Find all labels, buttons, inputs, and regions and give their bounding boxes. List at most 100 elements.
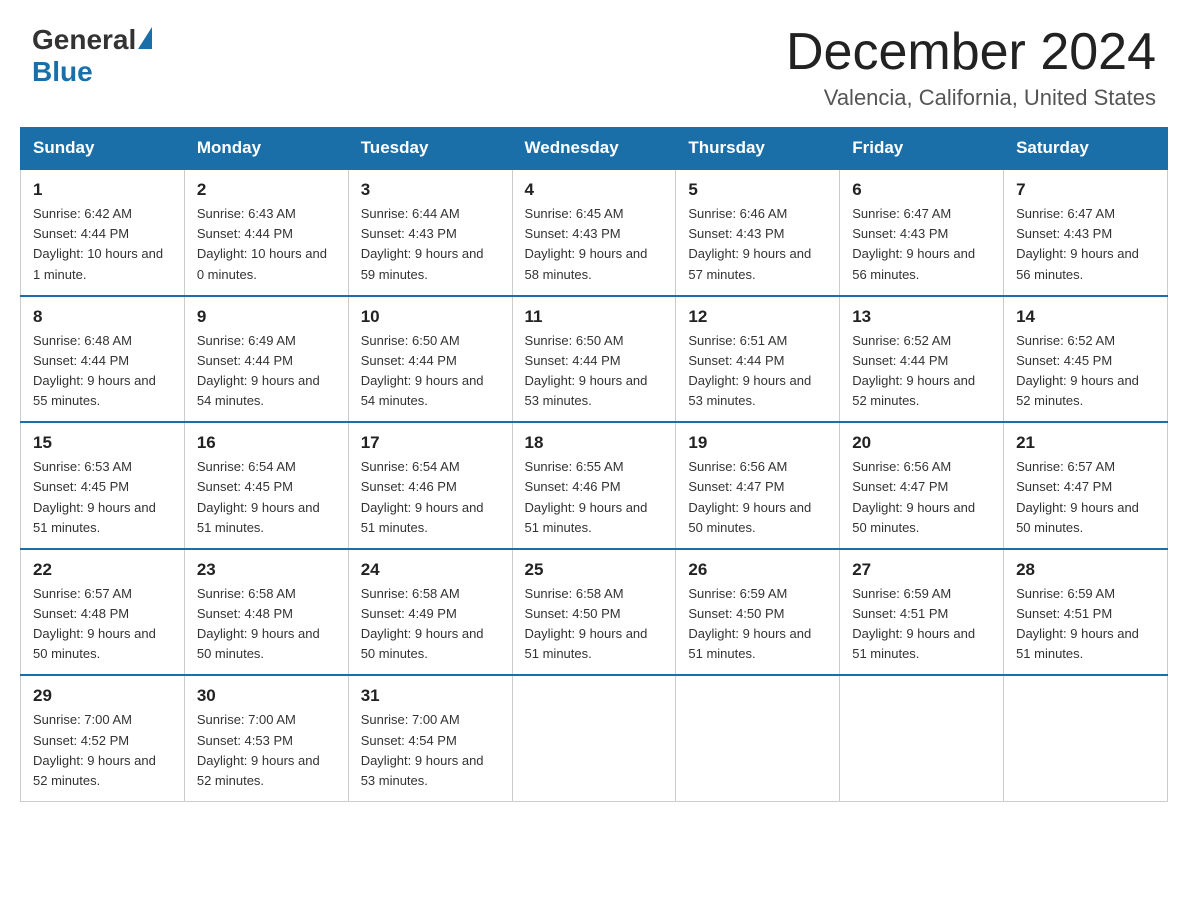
calendar-header-tuesday: Tuesday	[348, 128, 512, 170]
calendar-cell: 13 Sunrise: 6:52 AMSunset: 4:44 PMDayligh…	[840, 296, 1004, 423]
calendar-cell: 1 Sunrise: 6:42 AMSunset: 4:44 PMDaylight…	[21, 169, 185, 296]
calendar-cell: 10 Sunrise: 6:50 AMSunset: 4:44 PMDayligh…	[348, 296, 512, 423]
day-number: 16	[197, 433, 336, 453]
day-number: 28	[1016, 560, 1155, 580]
calendar-cell: 2Sunrise: 6:43 AMSunset: 4:44 PMDaylight…	[184, 169, 348, 296]
logo: General Blue	[32, 24, 152, 88]
day-info: Sunrise: 6:48 AMSunset: 4:44 PMDaylight:…	[33, 331, 172, 412]
day-info: Sunrise: 6:54 AMSunset: 4:46 PMDaylight:…	[361, 457, 500, 538]
calendar-cell: 16 Sunrise: 6:54 AMSunset: 4:45 PMDayligh…	[184, 422, 348, 549]
day-info: Sunrise: 6:52 AMSunset: 4:44 PMDaylight:…	[852, 331, 991, 412]
day-number: 26	[688, 560, 827, 580]
day-info: Sunrise: 7:00 AMSunset: 4:53 PMDaylight:…	[197, 710, 336, 791]
day-number: 27	[852, 560, 991, 580]
day-number: 30	[197, 686, 336, 706]
day-info: Sunrise: 6:58 AMSunset: 4:48 PMDaylight:…	[197, 584, 336, 665]
calendar-week-row: 15Sunrise: 6:53 AMSunset: 4:45 PMDayligh…	[21, 422, 1168, 549]
day-number: 13	[852, 307, 991, 327]
day-number: 5	[688, 180, 827, 200]
day-info: Sunrise: 6:51 AMSunset: 4:44 PMDaylight:…	[688, 331, 827, 412]
calendar-cell: 12 Sunrise: 6:51 AMSunset: 4:44 PMDayligh…	[676, 296, 840, 423]
day-info: Sunrise: 6:57 AMSunset: 4:47 PMDaylight:…	[1016, 457, 1155, 538]
day-info: Sunrise: 7:00 AMSunset: 4:52 PMDaylight:…	[33, 710, 172, 791]
calendar-cell: 28 Sunrise: 6:59 AMSunset: 4:51 PMDayligh…	[1004, 549, 1168, 676]
day-info: Sunrise: 6:56 AMSunset: 4:47 PMDaylight:…	[852, 457, 991, 538]
calendar-cell: 19 Sunrise: 6:56 AMSunset: 4:47 PMDayligh…	[676, 422, 840, 549]
calendar-cell	[840, 675, 1004, 801]
calendar-header-wednesday: Wednesday	[512, 128, 676, 170]
day-info: Sunrise: 6:47 AMSunset: 4:43 PMDaylight:…	[1016, 204, 1155, 285]
day-info: Sunrise: 6:57 AMSunset: 4:48 PMDaylight:…	[33, 584, 172, 665]
calendar-header-sunday: Sunday	[21, 128, 185, 170]
calendar-week-row: 29 Sunrise: 7:00 AMSunset: 4:52 PMDayligh…	[21, 675, 1168, 801]
calendar-week-row: 22 Sunrise: 6:57 AMSunset: 4:48 PMDayligh…	[21, 549, 1168, 676]
day-number: 14	[1016, 307, 1155, 327]
calendar-cell: 7 Sunrise: 6:47 AMSunset: 4:43 PMDaylight…	[1004, 169, 1168, 296]
calendar-cell	[512, 675, 676, 801]
day-number: 10	[361, 307, 500, 327]
day-number: 1	[33, 180, 172, 200]
calendar-cell: 5 Sunrise: 6:46 AMSunset: 4:43 PMDaylight…	[676, 169, 840, 296]
logo-blue-text: Blue	[32, 56, 93, 88]
calendar-header-row: SundayMondayTuesdayWednesdayThursdayFrid…	[21, 128, 1168, 170]
page-header: General Blue December 2024 Valencia, Cal…	[0, 0, 1188, 127]
day-info: Sunrise: 6:50 AMSunset: 4:44 PMDaylight:…	[361, 331, 500, 412]
calendar-cell: 30 Sunrise: 7:00 AMSunset: 4:53 PMDayligh…	[184, 675, 348, 801]
day-info: Sunrise: 6:56 AMSunset: 4:47 PMDaylight:…	[688, 457, 827, 538]
calendar-cell	[1004, 675, 1168, 801]
day-number: 24	[361, 560, 500, 580]
calendar-cell: 6 Sunrise: 6:47 AMSunset: 4:43 PMDaylight…	[840, 169, 1004, 296]
day-info: Sunrise: 6:45 AMSunset: 4:43 PMDaylight:…	[525, 204, 664, 285]
day-info: Sunrise: 6:47 AMSunset: 4:43 PMDaylight:…	[852, 204, 991, 285]
calendar-cell: 20Sunrise: 6:56 AMSunset: 4:47 PMDayligh…	[840, 422, 1004, 549]
day-info: Sunrise: 6:46 AMSunset: 4:43 PMDaylight:…	[688, 204, 827, 285]
day-number: 22	[33, 560, 172, 580]
calendar-cell: 14Sunrise: 6:52 AMSunset: 4:45 PMDayligh…	[1004, 296, 1168, 423]
day-info: Sunrise: 6:50 AMSunset: 4:44 PMDaylight:…	[525, 331, 664, 412]
calendar-header-saturday: Saturday	[1004, 128, 1168, 170]
calendar-cell: 26 Sunrise: 6:59 AMSunset: 4:50 PMDayligh…	[676, 549, 840, 676]
day-info: Sunrise: 6:49 AMSunset: 4:44 PMDaylight:…	[197, 331, 336, 412]
day-number: 21	[1016, 433, 1155, 453]
day-number: 4	[525, 180, 664, 200]
calendar-header-friday: Friday	[840, 128, 1004, 170]
calendar-table: SundayMondayTuesdayWednesdayThursdayFrid…	[20, 127, 1168, 802]
calendar-cell: 11Sunrise: 6:50 AMSunset: 4:44 PMDayligh…	[512, 296, 676, 423]
day-info: Sunrise: 6:43 AMSunset: 4:44 PMDaylight:…	[197, 204, 336, 285]
day-info: Sunrise: 6:44 AMSunset: 4:43 PMDaylight:…	[361, 204, 500, 285]
day-info: Sunrise: 6:59 AMSunset: 4:50 PMDaylight:…	[688, 584, 827, 665]
day-info: Sunrise: 6:58 AMSunset: 4:50 PMDaylight:…	[525, 584, 664, 665]
calendar-week-row: 1 Sunrise: 6:42 AMSunset: 4:44 PMDaylight…	[21, 169, 1168, 296]
calendar-cell: 31Sunrise: 7:00 AMSunset: 4:54 PMDayligh…	[348, 675, 512, 801]
calendar-cell: 9 Sunrise: 6:49 AMSunset: 4:44 PMDaylight…	[184, 296, 348, 423]
calendar-cell: 21 Sunrise: 6:57 AMSunset: 4:47 PMDayligh…	[1004, 422, 1168, 549]
day-number: 15	[33, 433, 172, 453]
day-number: 23	[197, 560, 336, 580]
calendar-cell: 18Sunrise: 6:55 AMSunset: 4:46 PMDayligh…	[512, 422, 676, 549]
calendar-cell: 3Sunrise: 6:44 AMSunset: 4:43 PMDaylight…	[348, 169, 512, 296]
day-number: 6	[852, 180, 991, 200]
day-info: Sunrise: 6:55 AMSunset: 4:46 PMDaylight:…	[525, 457, 664, 538]
day-number: 19	[688, 433, 827, 453]
calendar-header-monday: Monday	[184, 128, 348, 170]
calendar-cell	[676, 675, 840, 801]
day-number: 29	[33, 686, 172, 706]
calendar-week-row: 8Sunrise: 6:48 AMSunset: 4:44 PMDaylight…	[21, 296, 1168, 423]
month-title: December 2024	[786, 24, 1156, 81]
calendar-header-thursday: Thursday	[676, 128, 840, 170]
calendar-cell: 15Sunrise: 6:53 AMSunset: 4:45 PMDayligh…	[21, 422, 185, 549]
day-info: Sunrise: 6:54 AMSunset: 4:45 PMDaylight:…	[197, 457, 336, 538]
day-number: 12	[688, 307, 827, 327]
day-info: Sunrise: 6:59 AMSunset: 4:51 PMDaylight:…	[852, 584, 991, 665]
day-info: Sunrise: 6:58 AMSunset: 4:49 PMDaylight:…	[361, 584, 500, 665]
day-info: Sunrise: 6:59 AMSunset: 4:51 PMDaylight:…	[1016, 584, 1155, 665]
day-number: 7	[1016, 180, 1155, 200]
calendar-cell: 23 Sunrise: 6:58 AMSunset: 4:48 PMDayligh…	[184, 549, 348, 676]
logo-arrow-icon	[138, 27, 152, 49]
day-number: 9	[197, 307, 336, 327]
day-number: 25	[525, 560, 664, 580]
day-info: Sunrise: 7:00 AMSunset: 4:54 PMDaylight:…	[361, 710, 500, 791]
day-number: 17	[361, 433, 500, 453]
calendar-cell: 29 Sunrise: 7:00 AMSunset: 4:52 PMDayligh…	[21, 675, 185, 801]
day-info: Sunrise: 6:42 AMSunset: 4:44 PMDaylight:…	[33, 204, 172, 285]
